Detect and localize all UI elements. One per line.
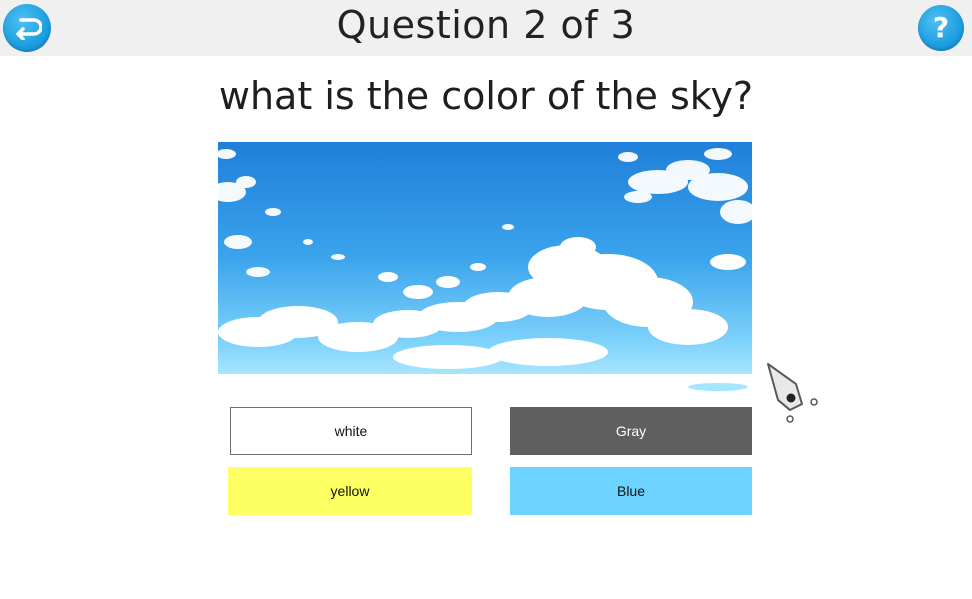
quiz-page: Question 2 of 3 ? what is the color of t… [0, 0, 972, 599]
question-text: what is the color of the sky? [218, 74, 754, 118]
help-button[interactable]: ? [918, 5, 964, 51]
help-icon: ? [932, 11, 950, 44]
header-bar: Question 2 of 3 ? [0, 0, 972, 56]
answer-gray-button[interactable]: Gray [510, 407, 752, 455]
answer-white-button[interactable]: white [230, 407, 472, 455]
page-title: Question 2 of 3 [336, 3, 636, 47]
pen-cursor-icon [767, 363, 818, 423]
back-arrow-icon [16, 18, 42, 40]
sky-image [218, 142, 752, 394]
back-button[interactable] [3, 4, 51, 52]
answer-yellow-button[interactable]: yellow [228, 467, 472, 515]
answer-blue-button[interactable]: Blue [510, 467, 752, 515]
